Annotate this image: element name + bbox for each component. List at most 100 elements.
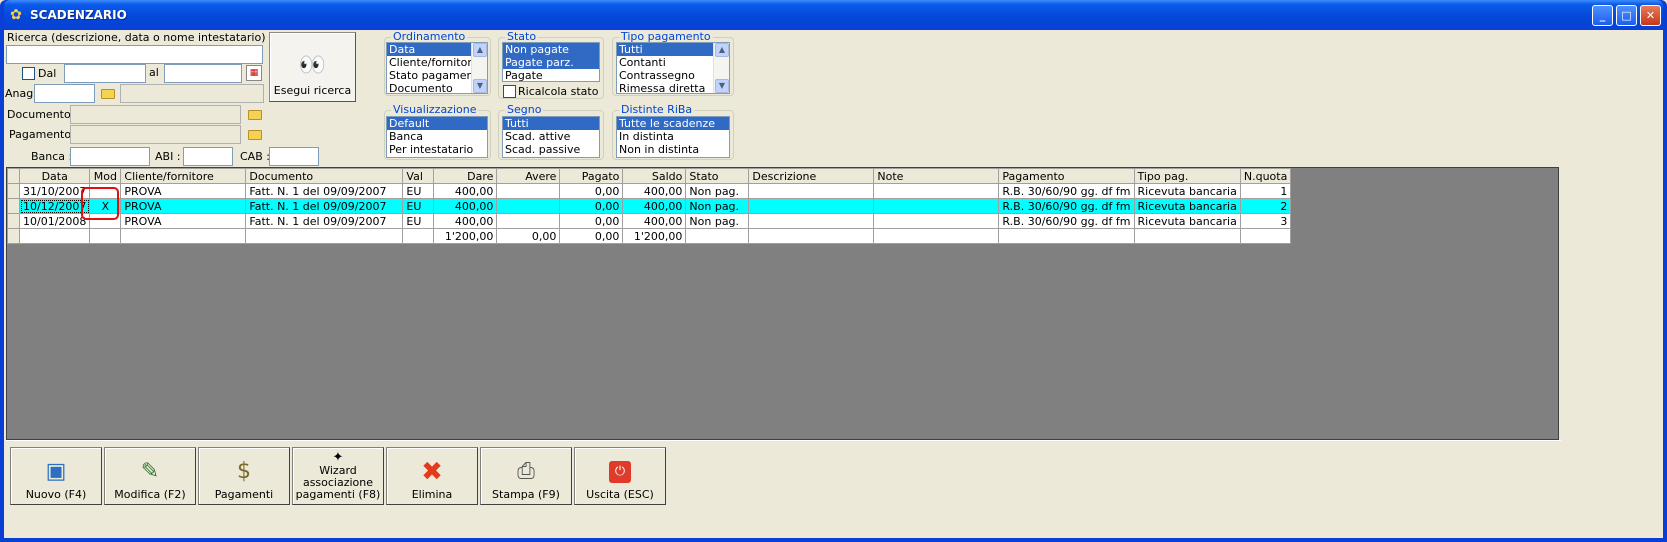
- segno-item[interactable]: Tutti: [503, 117, 599, 130]
- column-header[interactable]: Note: [873, 168, 1000, 184]
- column-header[interactable]: Pagato: [559, 168, 624, 184]
- cell-stato[interactable]: Non pag.: [685, 183, 750, 199]
- cell-stato[interactable]: Non pag.: [685, 198, 750, 214]
- cell-nquota[interactable]: 1: [1239, 183, 1292, 199]
- visualizzazione-item[interactable]: Default: [387, 117, 487, 130]
- pagamento-folder-icon[interactable]: [245, 125, 264, 144]
- cell-note[interactable]: [873, 183, 1000, 199]
- row-indicator[interactable]: [7, 183, 20, 199]
- pagamenti-button[interactable]: $ Pagamenti: [198, 447, 290, 505]
- cab-input[interactable]: [269, 147, 319, 166]
- cell-cliente[interactable]: PROVA: [120, 198, 247, 214]
- cell-data[interactable]: 10/12/2007: [18, 198, 91, 214]
- cell-descrizione[interactable]: [748, 198, 875, 214]
- anag-input[interactable]: [34, 84, 95, 103]
- ordinamento-list[interactable]: Data Cliente/fornitore Stato pagamento D…: [386, 42, 488, 94]
- column-header[interactable]: Stato: [685, 168, 750, 184]
- ordinamento-scrollbar[interactable]: ▲ ▼: [471, 43, 487, 93]
- cell-documento[interactable]: Fatt. N. 1 del 09/09/2007: [245, 198, 404, 214]
- scadenze-grid[interactable]: Data Mod Cliente/fornitore Documento Val…: [7, 168, 1292, 244]
- close-button[interactable]: ✕: [1640, 4, 1661, 26]
- stato-list[interactable]: Non pagate Pagate parz. Pagate: [502, 42, 600, 82]
- dal-checkbox[interactable]: [22, 67, 35, 80]
- cell-pagato[interactable]: 0,00: [559, 213, 624, 229]
- cell-tipo-pag[interactable]: Ricevuta bancaria: [1133, 198, 1241, 214]
- segno-list[interactable]: Tutti Scad. attive Scad. passive: [502, 116, 600, 158]
- cell-tipo-pag[interactable]: Ricevuta bancaria: [1133, 183, 1241, 199]
- segno-item[interactable]: Scad. attive: [503, 130, 599, 143]
- distinte-item[interactable]: In distinta: [617, 130, 729, 143]
- cell-nquota[interactable]: 2: [1239, 198, 1292, 214]
- ordinamento-item[interactable]: Data: [387, 43, 471, 56]
- cell-pagamento[interactable]: R.B. 30/60/90 gg. df fm: [998, 213, 1135, 229]
- visualizzazione-item[interactable]: Per intestatario: [387, 143, 487, 156]
- cell-pagato[interactable]: 0,00: [559, 198, 624, 214]
- scroll-down-icon[interactable]: ▼: [715, 79, 729, 93]
- stato-item[interactable]: Pagate: [503, 69, 599, 81]
- column-header[interactable]: Avere: [496, 168, 561, 184]
- row-indicator[interactable]: [7, 228, 20, 244]
- cell-data[interactable]: 10/01/2008: [18, 213, 91, 229]
- cell-stato[interactable]: Non pag.: [685, 213, 750, 229]
- row-indicator[interactable]: [7, 198, 20, 214]
- maximize-button[interactable]: □: [1616, 4, 1637, 26]
- cell-avere[interactable]: [496, 213, 561, 229]
- cell-saldo[interactable]: 400,00: [622, 198, 687, 214]
- scroll-down-icon[interactable]: ▼: [473, 79, 487, 93]
- stato-item[interactable]: Pagate parz.: [503, 56, 599, 69]
- search-input[interactable]: [6, 45, 263, 64]
- stampa-button[interactable]: ⎙ Stampa (F9): [480, 447, 572, 505]
- nuovo-button[interactable]: ▣ Nuovo (F4): [10, 447, 102, 505]
- minimize-button[interactable]: _: [1592, 4, 1613, 26]
- cell-descrizione[interactable]: [748, 213, 875, 229]
- cell-documento[interactable]: Fatt. N. 1 del 09/09/2007: [245, 213, 404, 229]
- visualizzazione-item[interactable]: Banca: [387, 130, 487, 143]
- elimina-button[interactable]: ✖ Elimina: [386, 447, 478, 505]
- column-header[interactable]: Mod: [89, 168, 122, 184]
- anag-folder-icon[interactable]: [98, 84, 117, 103]
- cell-data[interactable]: 31/10/2007: [18, 183, 91, 199]
- cell-note[interactable]: [873, 198, 1000, 214]
- cell-cliente[interactable]: PROVA: [120, 183, 247, 199]
- tipo-pagamento-scrollbar[interactable]: ▲ ▼: [713, 43, 729, 93]
- column-header[interactable]: Descrizione: [748, 168, 875, 184]
- date-from-input[interactable]: [64, 64, 146, 83]
- column-header[interactable]: Dare: [433, 168, 498, 184]
- cell-descrizione[interactable]: [748, 183, 875, 199]
- column-header[interactable]: Cliente/fornitore: [120, 168, 247, 184]
- cell-dare[interactable]: 400,00: [433, 198, 498, 214]
- cell-avere[interactable]: [496, 198, 561, 214]
- cell-dare[interactable]: 400,00: [433, 213, 498, 229]
- column-header[interactable]: Pagamento: [998, 168, 1135, 184]
- calendar-icon[interactable]: ▦: [246, 65, 262, 81]
- scroll-up-icon[interactable]: ▲: [473, 43, 487, 57]
- date-to-input[interactable]: [164, 64, 242, 83]
- visualizzazione-list[interactable]: Default Banca Per intestatario: [386, 116, 488, 158]
- column-header[interactable]: Tipo pag.: [1133, 168, 1241, 184]
- modifica-button[interactable]: ✎ Modifica (F2): [104, 447, 196, 505]
- cell-val[interactable]: EU: [402, 213, 435, 229]
- wizard-button[interactable]: ✦ Wizard associazione pagamenti (F8): [292, 447, 384, 505]
- cell-pagamento[interactable]: R.B. 30/60/90 gg. df fm: [998, 198, 1135, 214]
- tipo-pagamento-item[interactable]: Tutti: [617, 43, 713, 56]
- segno-item[interactable]: Scad. passive: [503, 143, 599, 156]
- documento-folder-icon[interactable]: [245, 105, 264, 124]
- scroll-up-icon[interactable]: ▲: [715, 43, 729, 57]
- column-header[interactable]: N.quota: [1239, 168, 1292, 184]
- cell-avere[interactable]: [496, 183, 561, 199]
- table-row-selected[interactable]: 10/12/2007 X PROVA Fatt. N. 1 del 09/09/…: [7, 198, 1292, 214]
- cell-cliente[interactable]: PROVA: [120, 213, 247, 229]
- cell-saldo[interactable]: 400,00: [622, 213, 687, 229]
- cell-val[interactable]: EU: [402, 183, 435, 199]
- column-header[interactable]: Documento: [245, 168, 404, 184]
- stato-item[interactable]: Non pagate: [503, 43, 599, 56]
- cell-pagamento[interactable]: R.B. 30/60/90 gg. df fm: [998, 183, 1135, 199]
- tipo-pagamento-list[interactable]: Tutti Contanti Contrassegno Rimessa dire…: [616, 42, 730, 94]
- table-row[interactable]: 31/10/2007 PROVA Fatt. N. 1 del 09/09/20…: [7, 183, 1292, 199]
- distinte-list[interactable]: Tutte le scadenze In distinta Non in dis…: [616, 116, 730, 158]
- banca-input[interactable]: [70, 147, 150, 166]
- row-indicator[interactable]: [7, 213, 20, 229]
- uscita-button[interactable]: ⏻ Uscita (ESC): [574, 447, 666, 505]
- column-header[interactable]: Data: [18, 168, 91, 184]
- cell-dare[interactable]: 400,00: [433, 183, 498, 199]
